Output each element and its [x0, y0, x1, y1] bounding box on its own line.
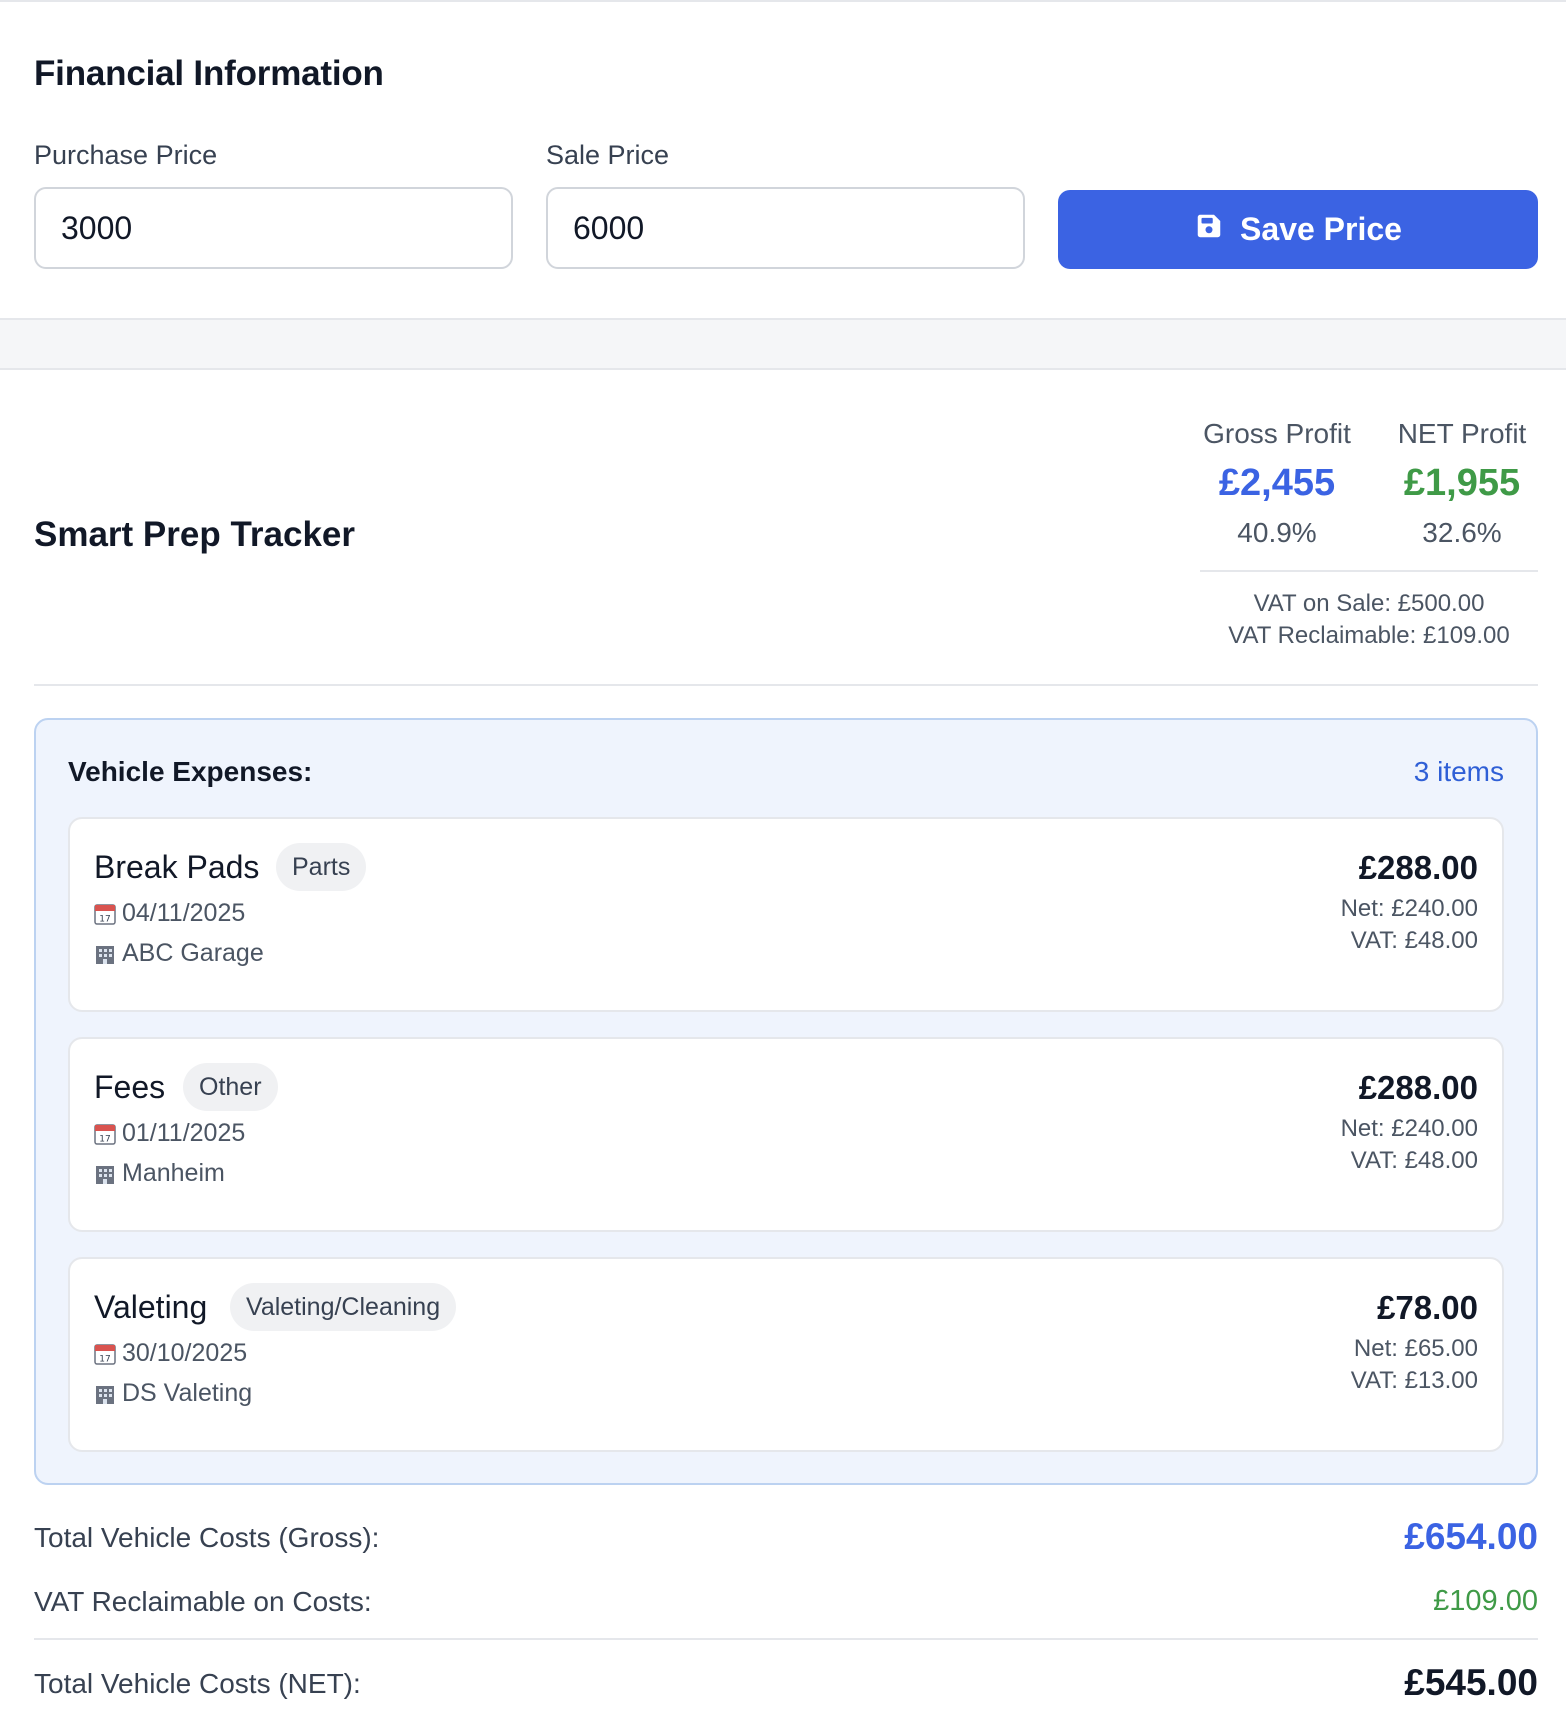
page: Financial Information Purchase Price Sal… [0, 0, 1566, 1728]
gross-profit-label: Gross Profit [1203, 418, 1351, 449]
svg-text:17: 17 [99, 914, 110, 924]
expense-date-text: 01/11/2025 [122, 1119, 246, 1147]
expense-net: Net: £65.00 [1353, 1335, 1478, 1362]
vat-reclaimable-costs-value: £109.00 [1433, 1585, 1538, 1617]
expense-card[interactable]: Fees Other 17 01/11/2025 Manheim £288.00… [68, 1037, 1504, 1232]
expense-date-text: 30/10/2025 [122, 1339, 248, 1367]
expense-name: Fees [94, 1069, 166, 1105]
total-gross-value: £654.00 [1404, 1516, 1538, 1557]
gross-profit-value: £2,455 [1218, 462, 1336, 504]
gross-profit-percent: 40.9% [1237, 517, 1317, 548]
expense-card[interactable]: Valeting Valeting/Cleaning 17 30/10/2025… [68, 1257, 1504, 1452]
expense-date: 17 30/10/2025 [94, 1339, 247, 1368]
purchase-price-input[interactable] [34, 187, 513, 269]
expense-total: £288.00 [1358, 849, 1478, 886]
net-profit-block: NET Profit £1,955 32.6% [1377, 418, 1547, 549]
expense-supplier: ABC Garage [94, 939, 264, 968]
totals-divider [34, 1638, 1538, 1640]
floppy-disk-icon [1194, 211, 1224, 249]
vat-reclaimable-costs-label: VAT Reclaimable on Costs: [34, 1586, 372, 1617]
vat-on-sale: VAT on Sale: £500.00 [1253, 590, 1485, 617]
total-net-value: £545.00 [1404, 1662, 1538, 1703]
net-profit-value: £1,955 [1403, 462, 1521, 504]
expense-vat: VAT: £48.00 [1350, 927, 1478, 954]
building-icon [94, 1163, 116, 1185]
gross-profit-block: Gross Profit £2,455 40.9% [1192, 418, 1362, 549]
expense-card[interactable]: Break Pads Parts 17 04/11/2025 ABC Garag… [68, 817, 1504, 1012]
expense-supplier-text: DS Valeting [122, 1379, 253, 1407]
section-separator-band [0, 318, 1566, 370]
net-profit-percent: 32.6% [1422, 517, 1502, 548]
expense-net: Net: £240.00 [1340, 1115, 1478, 1142]
expense-supplier-text: Manheim [122, 1159, 225, 1187]
svg-text:17: 17 [99, 1354, 110, 1364]
purchase-price-label: Purchase Price [34, 140, 218, 170]
expense-supplier: Manheim [94, 1159, 225, 1188]
expense-name: Valeting [94, 1289, 208, 1325]
expense-total: £78.00 [1377, 1289, 1478, 1326]
expense-count: 3 items [1413, 756, 1504, 787]
expense-date-text: 04/11/2025 [122, 899, 246, 927]
top-border [0, 0, 1566, 2]
expense-category-badge: Valeting/Cleaning [230, 1283, 457, 1331]
expense-vat: VAT: £48.00 [1350, 1147, 1478, 1174]
calendar-icon: 17 [94, 1123, 116, 1145]
expense-total: £288.00 [1358, 1069, 1478, 1106]
financial-title: Financial Information [34, 54, 384, 93]
calendar-icon: 17 [94, 903, 116, 925]
tracker-title: Smart Prep Tracker [34, 515, 356, 554]
building-icon [94, 1383, 116, 1405]
expense-category-badge: Parts [276, 843, 367, 891]
expense-name: Break Pads [94, 849, 260, 885]
expense-net: Net: £240.00 [1340, 895, 1478, 922]
total-gross-label: Total Vehicle Costs (Gross): [34, 1522, 380, 1553]
expense-date: 17 04/11/2025 [94, 899, 245, 928]
save-price-button[interactable]: Save Price [1058, 190, 1538, 269]
sale-price-label: Sale Price [546, 140, 670, 170]
net-profit-label: NET Profit [1397, 418, 1527, 449]
svg-text:17: 17 [99, 1134, 110, 1144]
vat-reclaimable: VAT Reclaimable: £109.00 [1228, 622, 1510, 649]
profit-divider [1200, 570, 1538, 572]
expense-category-badge: Other [183, 1063, 278, 1111]
building-icon [94, 943, 116, 965]
section-divider [34, 684, 1538, 686]
calendar-icon: 17 [94, 1343, 116, 1365]
total-net-label: Total Vehicle Costs (NET): [34, 1668, 361, 1699]
expense-vat: VAT: £13.00 [1350, 1367, 1478, 1394]
sale-price-input[interactable] [546, 187, 1025, 269]
vehicle-expenses-header: Vehicle Expenses: [68, 756, 313, 787]
expense-supplier-text: ABC Garage [122, 939, 264, 967]
expense-date: 17 01/11/2025 [94, 1119, 245, 1148]
expense-supplier: DS Valeting [94, 1379, 252, 1408]
vehicle-expenses-panel: Vehicle Expenses: 3 items Break Pads Par… [34, 718, 1538, 1485]
save-price-label: Save Price [1240, 211, 1402, 247]
